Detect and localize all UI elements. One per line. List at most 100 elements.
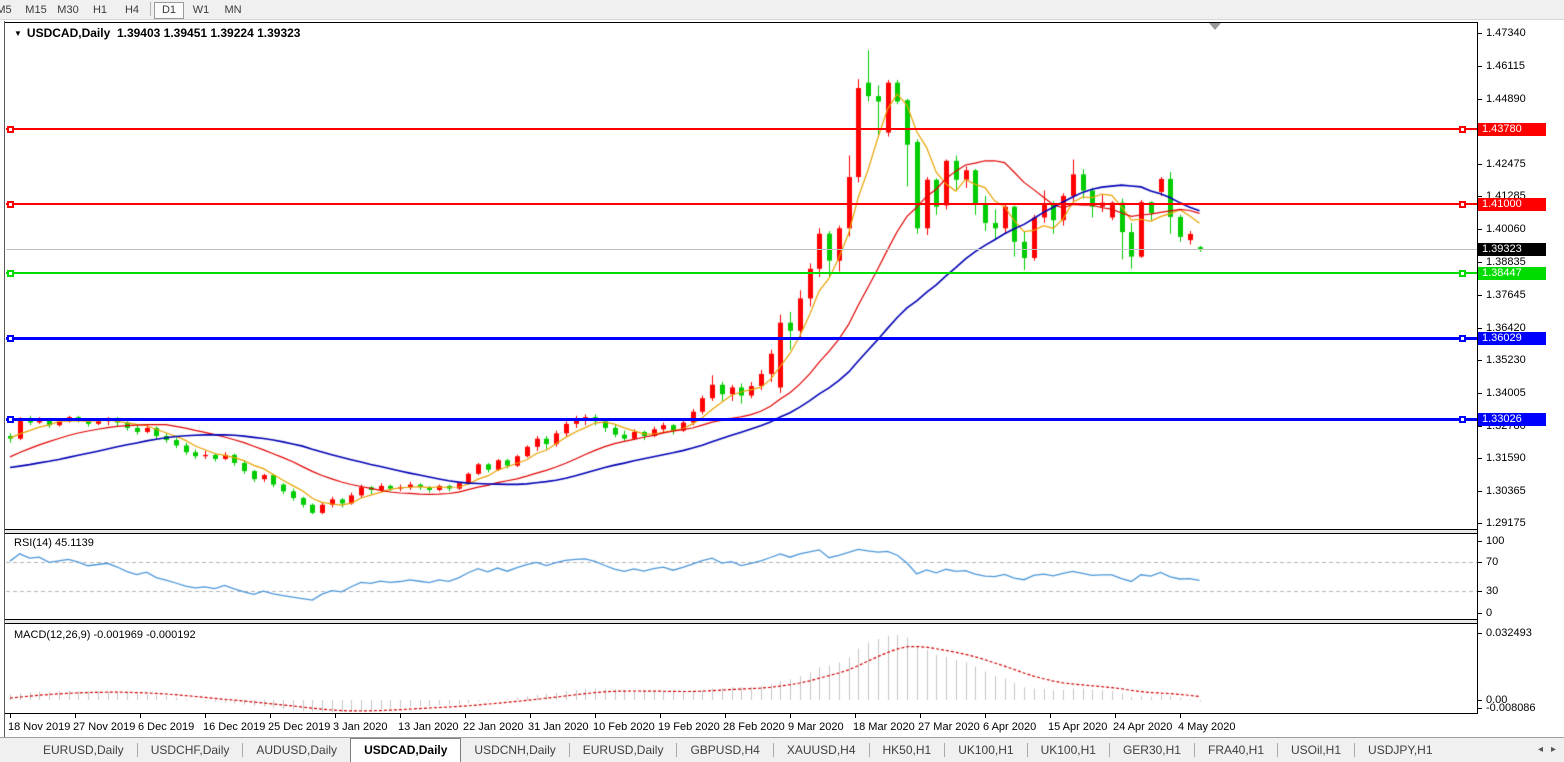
horizontal-line-1.36029[interactable] xyxy=(6,337,1477,340)
chart-tab-usdchf-daily[interactable]: USDCHF,Daily xyxy=(138,738,243,762)
date-tick-mark xyxy=(595,714,596,718)
terminal-window: M5M15M30H1H4 D1W1MN ▼ USDCAD,Daily 1.39403… xyxy=(0,0,1564,762)
rsi-axis-tick-label: 0 xyxy=(1486,607,1492,619)
axis-tick-mark xyxy=(1478,562,1482,563)
date-axis-label: 16 Dec 2019 xyxy=(203,721,265,733)
timeframe-h1-button[interactable]: H1 xyxy=(85,2,115,19)
chart-title: ▼ USDCAD,Daily 1.39403 1.39451 1.39224 1.… xyxy=(14,26,300,40)
tabs-scroll-left-icon[interactable]: ◂ xyxy=(1538,744,1543,755)
axis-tick-mark xyxy=(1478,295,1482,296)
date-axis-label: 10 Feb 2020 xyxy=(593,721,655,733)
date-axis-label: 24 Apr 2020 xyxy=(1113,721,1172,733)
date-tick-mark xyxy=(10,714,11,718)
hline-handle[interactable] xyxy=(1459,126,1466,133)
hline-handle[interactable] xyxy=(7,416,14,423)
timeframe-m30-button[interactable]: M30 xyxy=(53,2,83,19)
axis-tick-mark xyxy=(1478,491,1482,492)
chart-tab-eurusd-daily[interactable]: EURUSD,Daily xyxy=(570,738,677,762)
hline-handle[interactable] xyxy=(7,270,14,277)
price-label-badge: 1.38447 xyxy=(1478,267,1546,280)
axis-tick-mark xyxy=(1478,591,1482,592)
horizontal-line-1.43780[interactable] xyxy=(6,128,1477,130)
date-tick-mark xyxy=(725,714,726,718)
price-label-badge: 1.39323 xyxy=(1478,243,1546,256)
date-tick-mark xyxy=(205,714,206,718)
chart-tab-audusd-daily[interactable]: AUDUSD,Daily xyxy=(243,738,350,762)
main-chart-area[interactable] xyxy=(6,23,1477,529)
toolbar-separator xyxy=(150,2,151,16)
quick-trade-arrow-icon[interactable]: ▼ xyxy=(14,29,22,38)
chart-tab-usoil-h1[interactable]: USOil,H1 xyxy=(1278,738,1354,762)
chart-tab-usdcad-daily[interactable]: USDCAD,Daily xyxy=(350,738,461,762)
hline-handle[interactable] xyxy=(7,126,14,133)
axis-tick-mark xyxy=(1478,33,1482,34)
chart-tab-uk100-h1[interactable]: UK100,H1 xyxy=(945,738,1026,762)
chart-symbol: USDCAD,Daily xyxy=(27,26,110,40)
date-tick-mark xyxy=(985,714,986,718)
axis-tick-mark xyxy=(1478,66,1482,67)
price-axis-tick-label: 1.34005 xyxy=(1486,387,1526,399)
horizontal-line-1.33026[interactable] xyxy=(6,418,1477,421)
timeframe-w1-button[interactable]: W1 xyxy=(186,2,216,19)
tabs-scroll-right-icon[interactable]: ▸ xyxy=(1551,744,1556,755)
axis-tick-mark xyxy=(1478,328,1482,329)
rsi-axis-tick-label: 100 xyxy=(1486,535,1504,547)
price-axis-tick-label: 1.35230 xyxy=(1486,354,1526,366)
chart-tab-ger30-h1[interactable]: GER30,H1 xyxy=(1110,738,1194,762)
chart-tab-fra40-h1[interactable]: FRA40,H1 xyxy=(1195,738,1277,762)
timeframe-mn-button[interactable]: MN xyxy=(218,2,248,19)
price-axis-tick-label: 1.46115 xyxy=(1486,60,1525,72)
date-tick-mark xyxy=(400,714,401,718)
price-label-badge: 1.43780 xyxy=(1478,123,1546,136)
rsi-indicator-label: RSI(14) 45.1139 xyxy=(14,537,94,549)
axis-tick-mark xyxy=(1478,458,1482,459)
axis-tick-mark xyxy=(1478,426,1482,427)
price-axis-tick-label: 1.31590 xyxy=(1486,452,1526,464)
date-tick-mark xyxy=(530,714,531,718)
horizontal-line-1.41000[interactable] xyxy=(6,203,1477,205)
hline-handle[interactable] xyxy=(1459,270,1466,277)
chart-tab-usdjpy-h1[interactable]: USDJPY,H1 xyxy=(1355,738,1445,762)
rsi-subwindow[interactable] xyxy=(6,534,1477,619)
hline-handle[interactable] xyxy=(1459,335,1466,342)
chart-ohlc-values: 1.39403 1.39451 1.39224 1.39323 xyxy=(117,26,301,40)
date-axis-label: 6 Apr 2020 xyxy=(983,721,1036,733)
macd-subwindow[interactable] xyxy=(6,624,1477,713)
hline-handle[interactable] xyxy=(7,335,14,342)
rsi-axis-tick-label: 30 xyxy=(1486,585,1498,597)
date-axis-label: 28 Feb 2020 xyxy=(723,721,785,733)
date-tick-mark xyxy=(1115,714,1116,718)
chart-tab-usdcnh-daily[interactable]: USDCNH,Daily xyxy=(461,738,568,762)
timeframe-m15-button[interactable]: M15 xyxy=(21,2,51,19)
timeframe-d1-button[interactable]: D1 xyxy=(154,2,184,19)
rsi-axis-tick-label: 70 xyxy=(1486,556,1498,568)
price-axis-tick-label: 1.29175 xyxy=(1486,517,1526,529)
date-axis-label: 9 Mar 2020 xyxy=(788,721,844,733)
axis-tick-mark xyxy=(1478,360,1482,361)
date-axis-label: 25 Dec 2019 xyxy=(268,721,330,733)
chart-shift-marker-icon[interactable] xyxy=(1209,23,1221,30)
timeframe-m5-button[interactable]: M5 xyxy=(0,2,19,19)
chart-tab-hk50-h1[interactable]: HK50,H1 xyxy=(870,738,945,762)
chart-tab-eurusd-daily[interactable]: EURUSD,Daily xyxy=(30,738,137,762)
chart-tab-bar: EURUSD,DailyUSDCHF,DailyAUDUSD,DailyUSDC… xyxy=(0,737,1564,762)
hline-handle[interactable] xyxy=(1459,201,1466,208)
date-axis-label: 27 Mar 2020 xyxy=(918,721,980,733)
horizontal-line-1.38447[interactable] xyxy=(6,272,1477,274)
date-tick-mark xyxy=(1050,714,1051,718)
price-axis-tick-label: 1.30365 xyxy=(1486,485,1526,497)
date-tick-mark xyxy=(335,714,336,718)
chart-tab-xauusd-h4[interactable]: XAUUSD,H4 xyxy=(774,738,869,762)
window-left-border xyxy=(4,21,5,737)
hline-handle[interactable] xyxy=(1459,416,1466,423)
hline-handle[interactable] xyxy=(7,201,14,208)
axis-tick-mark xyxy=(1478,229,1482,230)
axis-tick-mark xyxy=(1478,262,1482,263)
last-price-line xyxy=(6,249,1477,250)
chart-tab-gbpusd-h4[interactable]: GBPUSD,H4 xyxy=(677,738,772,762)
price-label-badge: 1.41000 xyxy=(1478,198,1546,211)
timeframe-h4-button[interactable]: H4 xyxy=(117,2,147,19)
axis-tick-mark xyxy=(1478,196,1482,197)
chart-tab-uk100-h1[interactable]: UK100,H1 xyxy=(1028,738,1109,762)
axis-tick-mark xyxy=(1478,633,1482,634)
